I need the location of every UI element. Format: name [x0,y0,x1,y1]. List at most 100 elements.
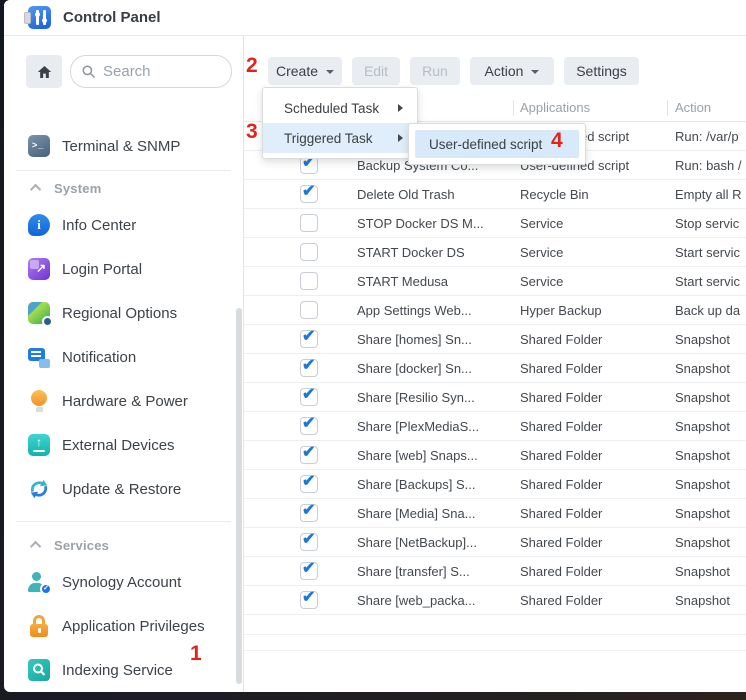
column-header-action[interactable]: Action [675,100,711,115]
table-row[interactable]: Share [NetBackup]...Shared FolderSnapsho… [244,528,746,557]
submenu-arrow-icon [398,134,403,142]
sidebar-item-indexing-service[interactable]: Indexing Service [4,648,243,692]
task-action: Start servic [675,274,746,289]
row-checkbox-unchecked[interactable] [300,301,318,319]
task-action: Start servic [675,245,746,260]
sidebar-item-info-center[interactable]: i Info Center [4,203,243,247]
login-portal-icon: ↗ [28,258,50,280]
task-application: Shared Folder [520,361,675,376]
task-name: Share [Resilio Syn... [357,390,520,405]
search-box[interactable] [70,55,232,88]
sidebar-section-system[interactable]: System [4,173,243,203]
table-row[interactable]: Share [docker] Sn...Shared FolderSnapsho… [244,354,746,383]
sidebar-item-notification[interactable]: Notification [4,335,243,379]
menu-item-triggered-task[interactable]: Triggered Task [263,123,417,153]
table-row[interactable]: Share [transfer] S...Shared FolderSnapsh… [244,557,746,586]
settings-button[interactable]: Settings [564,57,639,85]
table-row[interactable]: Share [homes] Sn...Shared FolderSnapshot [244,325,746,354]
titlebar: Control Panel [4,0,746,36]
notification-icon [28,346,50,368]
column-header-applications[interactable]: Applications [520,100,590,115]
row-checkbox-unchecked[interactable] [300,243,318,261]
home-button[interactable] [26,55,62,88]
sidebar-section-services[interactable]: Services [4,530,243,560]
task-action: Snapshot [675,506,746,521]
sidebar-item-update-restore[interactable]: Update & Restore [4,467,243,511]
sidebar-item-regional-options[interactable]: Regional Options [4,291,243,335]
table-row[interactable]: Share [Resilio Syn...Shared FolderSnapsh… [244,383,746,412]
sidebar-item-terminal-snmp[interactable]: >_ Terminal & SNMP [4,124,243,168]
row-checkbox-checked[interactable] [300,591,318,609]
task-name: Share [Backups] S... [357,477,520,492]
row-checkbox-checked[interactable] [300,359,318,377]
sidebar-scrollbar-thumb[interactable] [236,308,242,684]
row-checkbox-unchecked[interactable] [300,214,318,232]
task-application: Shared Folder [520,593,675,608]
task-action: Snapshot [675,361,746,376]
action-button[interactable]: Action [470,57,554,85]
table-row[interactable]: Share [web_packa...Shared FolderSnapshot [244,586,746,615]
table-row[interactable]: Share [Media] Sna...Shared FolderSnapsho… [244,499,746,528]
toolbar: Create Edit Run Action Settings [268,57,639,85]
task-name: App Settings Web... [357,303,520,318]
row-checkbox-unchecked[interactable] [300,272,318,290]
hardware-power-icon [28,390,50,412]
row-checkbox-checked[interactable] [300,562,318,580]
regional-options-icon [28,302,50,324]
annotation-step-1: 1 [190,642,202,666]
collapse-chevron-icon [30,541,41,552]
task-name: Share [web_packa... [357,593,520,608]
sidebar-item-synology-account[interactable]: ✓ Synology Account [4,560,243,604]
sidebar-item-hardware-power[interactable]: Hardware & Power [4,379,243,423]
create-button[interactable]: Create [268,57,342,85]
menu-item-scheduled-task[interactable]: Scheduled Task [263,93,417,123]
task-action: Snapshot [675,535,746,550]
sidebar-item-login-portal[interactable]: ↗ Login Portal [4,247,243,291]
row-checkbox-checked[interactable] [300,185,318,203]
task-action: Snapshot [675,390,746,405]
task-application: Shared Folder [520,506,675,521]
table-row[interactable]: Share [PlexMediaS...Shared FolderSnapsho… [244,412,746,441]
task-name: Share [NetBackup]... [357,535,520,550]
task-application: Hyper Backup [520,303,675,318]
chevron-down-icon [326,70,334,74]
table-row[interactable]: STOP Docker DS M...ServiceStop servic [244,209,746,238]
task-name: START Docker DS [357,245,520,260]
submenu-arrow-icon [398,104,403,112]
table-row[interactable]: App Settings Web...Hyper BackupBack up d… [244,296,746,325]
row-checkbox-checked[interactable] [300,417,318,435]
task-action: Stop servic [675,216,746,231]
table-row[interactable]: START MedusaServiceStart servic [244,267,746,296]
sidebar-divider [16,521,231,522]
table-row[interactable]: Share [Backups] S...Shared FolderSnapsho… [244,470,746,499]
task-name: Share [transfer] S... [357,564,520,579]
row-checkbox-checked[interactable] [300,475,318,493]
task-application: Shared Folder [520,477,675,492]
task-action: Run: bash / [675,158,746,173]
sidebar: >_ Terminal & SNMP System i Info Center … [4,36,244,692]
control-panel-window: Control Panel >_ [4,0,746,692]
row-checkbox-checked[interactable] [300,446,318,464]
chevron-down-icon [531,70,539,74]
home-icon [36,64,53,80]
collapse-chevron-icon [30,184,41,195]
search-input[interactable] [103,63,213,80]
task-action: Snapshot [675,448,746,463]
task-scheduler-panel: Create Edit Run Action Settings Applic [244,36,746,692]
sidebar-divider [16,170,231,171]
task-name: START Medusa [357,274,520,289]
annotation-step-4: 4 [551,129,563,153]
task-application: Shared Folder [520,535,675,550]
task-name: Share [Media] Sna... [357,506,520,521]
row-checkbox-checked[interactable] [300,388,318,406]
sidebar-item-external-devices[interactable]: ↑ External Devices [4,423,243,467]
row-checkbox-checked[interactable] [300,504,318,522]
row-checkbox-checked[interactable] [300,533,318,551]
table-row[interactable]: Share [web] Snaps...Shared FolderSnapsho… [244,441,746,470]
task-action: Empty all R [675,187,746,202]
window-title: Control Panel [63,9,161,26]
table-row[interactable]: START Docker DSServiceStart servic [244,238,746,267]
table-row[interactable]: Delete Old TrashRecycle BinEmpty all R [244,180,746,209]
sidebar-item-application-privileges[interactable]: Application Privileges [4,604,243,648]
row-checkbox-checked[interactable] [300,330,318,348]
